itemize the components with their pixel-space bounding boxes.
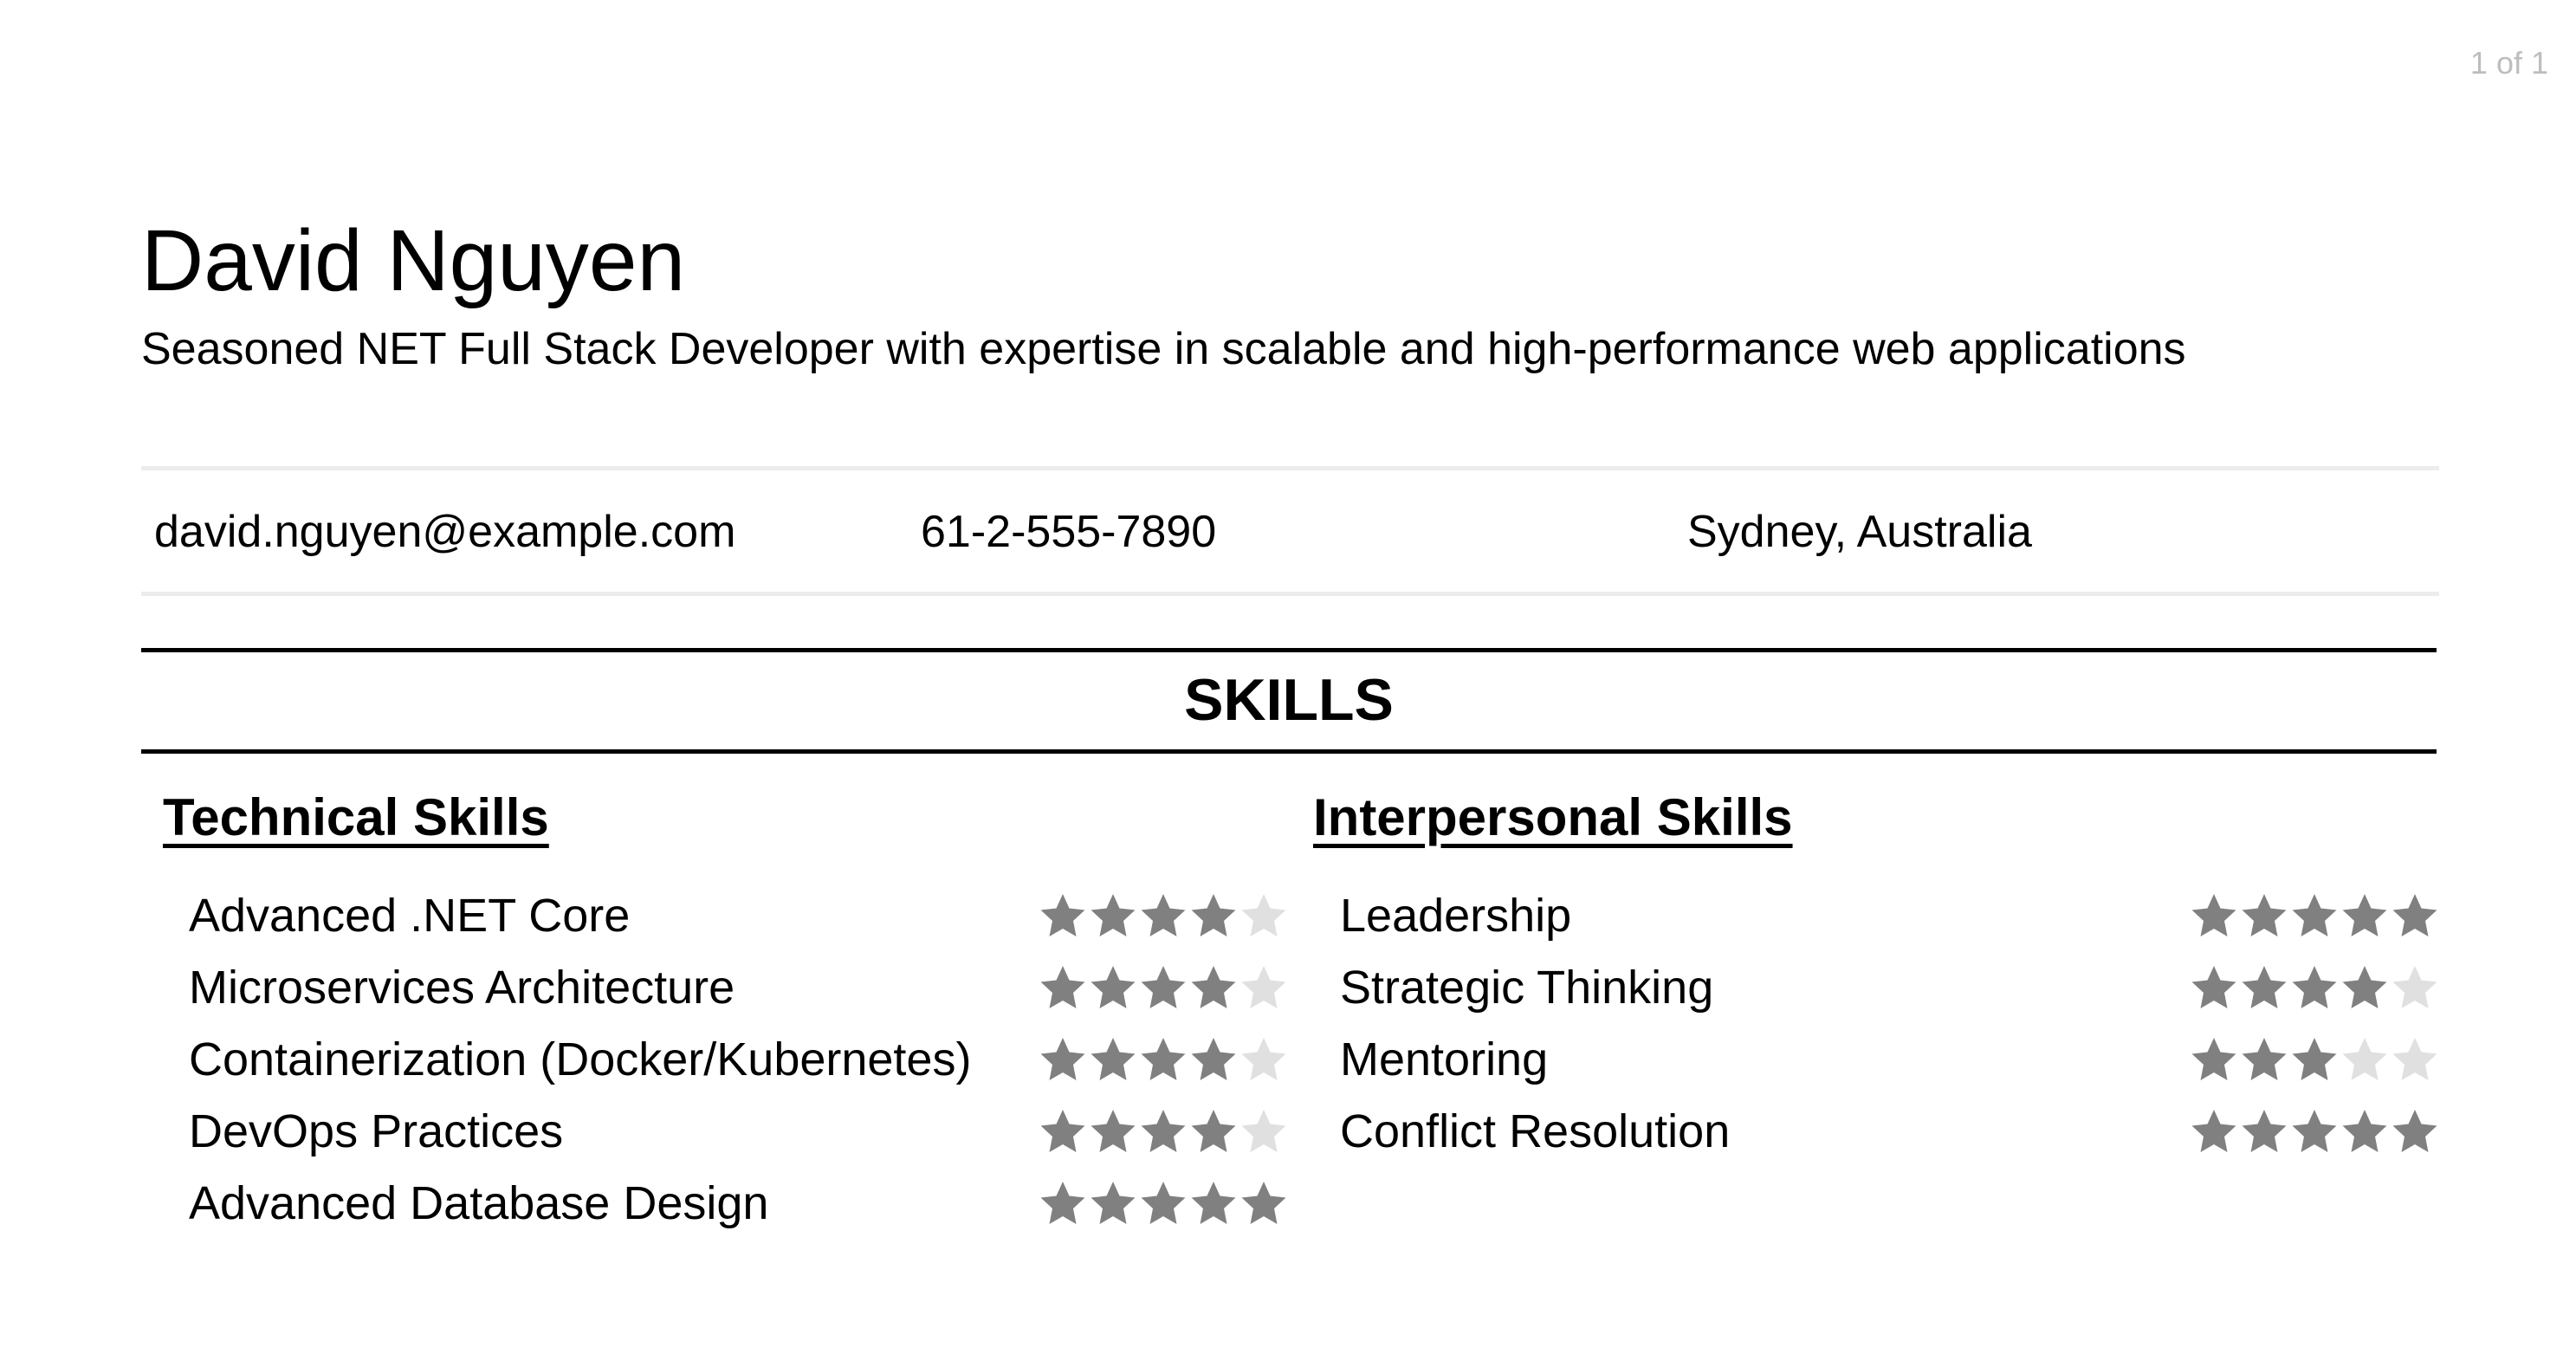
contact-bar: david.nguyen@example.com 61-2-555-7890 S… <box>141 466 2439 596</box>
star-rating <box>1038 963 1289 1012</box>
skill-name: Advanced Database Design <box>189 1176 769 1229</box>
contact-phone[interactable]: 61-2-555-7890 <box>921 505 1216 559</box>
star-filled-icon <box>2342 1109 2387 1152</box>
contact-email[interactable]: david.nguyen@example.com <box>154 505 735 559</box>
star-filled-icon <box>1141 965 1186 1008</box>
skill-row: Advanced Database Design <box>189 1167 1289 1239</box>
star-filled-icon <box>2392 893 2437 936</box>
section-divider-bottom <box>141 749 2437 754</box>
star-filled-icon <box>1040 1109 1085 1152</box>
star-rating <box>2189 1035 2440 1084</box>
star-empty-icon <box>1241 893 1286 936</box>
star-empty-icon <box>2342 1037 2387 1080</box>
star-filled-icon <box>2191 893 2236 936</box>
skill-name: Mentoring <box>1340 1033 1549 1085</box>
skill-name: Leadership <box>1340 889 1572 942</box>
star-filled-icon <box>2242 893 2287 936</box>
skill-name: Microservices Architecture <box>189 961 735 1014</box>
interpersonal-skills-heading: Interpersonal Skills <box>1313 788 1793 846</box>
skill-row: Microservices Architecture <box>189 951 1289 1023</box>
skill-row: Advanced .NET Core <box>189 879 1289 951</box>
star-filled-icon <box>1191 893 1236 936</box>
star-filled-icon <box>2191 1037 2236 1080</box>
star-empty-icon <box>1241 1109 1286 1152</box>
skill-row: DevOps Practices <box>189 1095 1289 1167</box>
star-filled-icon <box>1191 965 1236 1008</box>
star-filled-icon <box>1191 1109 1236 1152</box>
star-empty-icon <box>2392 965 2437 1008</box>
star-filled-icon <box>2191 965 2236 1008</box>
star-filled-icon <box>2392 1109 2437 1152</box>
star-filled-icon <box>2292 1109 2337 1152</box>
star-filled-icon <box>1040 965 1085 1008</box>
skill-name: Advanced .NET Core <box>189 889 631 942</box>
star-empty-icon <box>2392 1037 2437 1080</box>
star-filled-icon <box>1141 1109 1186 1152</box>
skill-row: Strategic Thinking <box>1340 951 2440 1023</box>
star-rating <box>2189 891 2440 940</box>
star-filled-icon <box>2242 965 2287 1008</box>
star-filled-icon <box>1040 1037 1085 1080</box>
star-filled-icon <box>1191 1181 1236 1224</box>
star-filled-icon <box>2342 965 2387 1008</box>
technical-skills-list: Advanced .NET Core Microservices Architec… <box>189 879 1289 1239</box>
star-filled-icon <box>1241 1181 1286 1224</box>
skill-row: Conflict Resolution <box>1340 1095 2440 1167</box>
candidate-tagline: Seasoned NET Full Stack Developer with e… <box>141 324 2186 374</box>
star-filled-icon <box>2292 965 2337 1008</box>
star-empty-icon <box>1241 1037 1286 1080</box>
star-filled-icon <box>1091 1109 1136 1152</box>
star-filled-icon <box>1040 1181 1085 1224</box>
skill-name: Conflict Resolution <box>1340 1105 1731 1157</box>
star-filled-icon <box>2292 1037 2337 1080</box>
skill-name: Strategic Thinking <box>1340 961 1714 1014</box>
star-filled-icon <box>2342 893 2387 936</box>
section-divider-top <box>141 648 2437 652</box>
star-filled-icon <box>1091 893 1136 936</box>
star-filled-icon <box>1141 893 1186 936</box>
contact-location: Sydney, Australia <box>1687 507 2032 557</box>
star-filled-icon <box>1091 1181 1136 1224</box>
skill-name: Containerization (Docker/Kubernetes) <box>189 1033 972 1085</box>
star-filled-icon <box>2242 1037 2287 1080</box>
skill-name: DevOps Practices <box>189 1105 564 1157</box>
star-rating <box>2189 1107 2440 1156</box>
star-rating <box>1038 1107 1289 1156</box>
star-filled-icon <box>1091 965 1136 1008</box>
candidate-name: David Nguyen <box>141 212 686 309</box>
star-filled-icon <box>1191 1037 1236 1080</box>
star-filled-icon <box>1040 893 1085 936</box>
skill-row: Leadership <box>1340 879 2440 951</box>
star-rating <box>1038 1179 1289 1228</box>
interpersonal-skills-list: Leadership Strategic Thinking Mentoring Con… <box>1340 879 2440 1167</box>
star-filled-icon <box>2191 1109 2236 1152</box>
star-empty-icon <box>1241 965 1286 1008</box>
star-rating <box>2189 963 2440 1012</box>
star-filled-icon <box>1141 1037 1186 1080</box>
star-rating <box>1038 891 1289 940</box>
star-filled-icon <box>1141 1181 1186 1224</box>
skills-section-title: SKILLS <box>1184 667 1394 733</box>
star-filled-icon <box>2292 893 2337 936</box>
skill-row: Mentoring <box>1340 1023 2440 1095</box>
page-counter: 1 of 1 <box>2469 45 2548 81</box>
skill-row: Containerization (Docker/Kubernetes) <box>189 1023 1289 1095</box>
star-filled-icon <box>2242 1109 2287 1152</box>
star-rating <box>1038 1035 1289 1084</box>
star-filled-icon <box>1091 1037 1136 1080</box>
technical-skills-heading: Technical Skills <box>163 788 549 846</box>
